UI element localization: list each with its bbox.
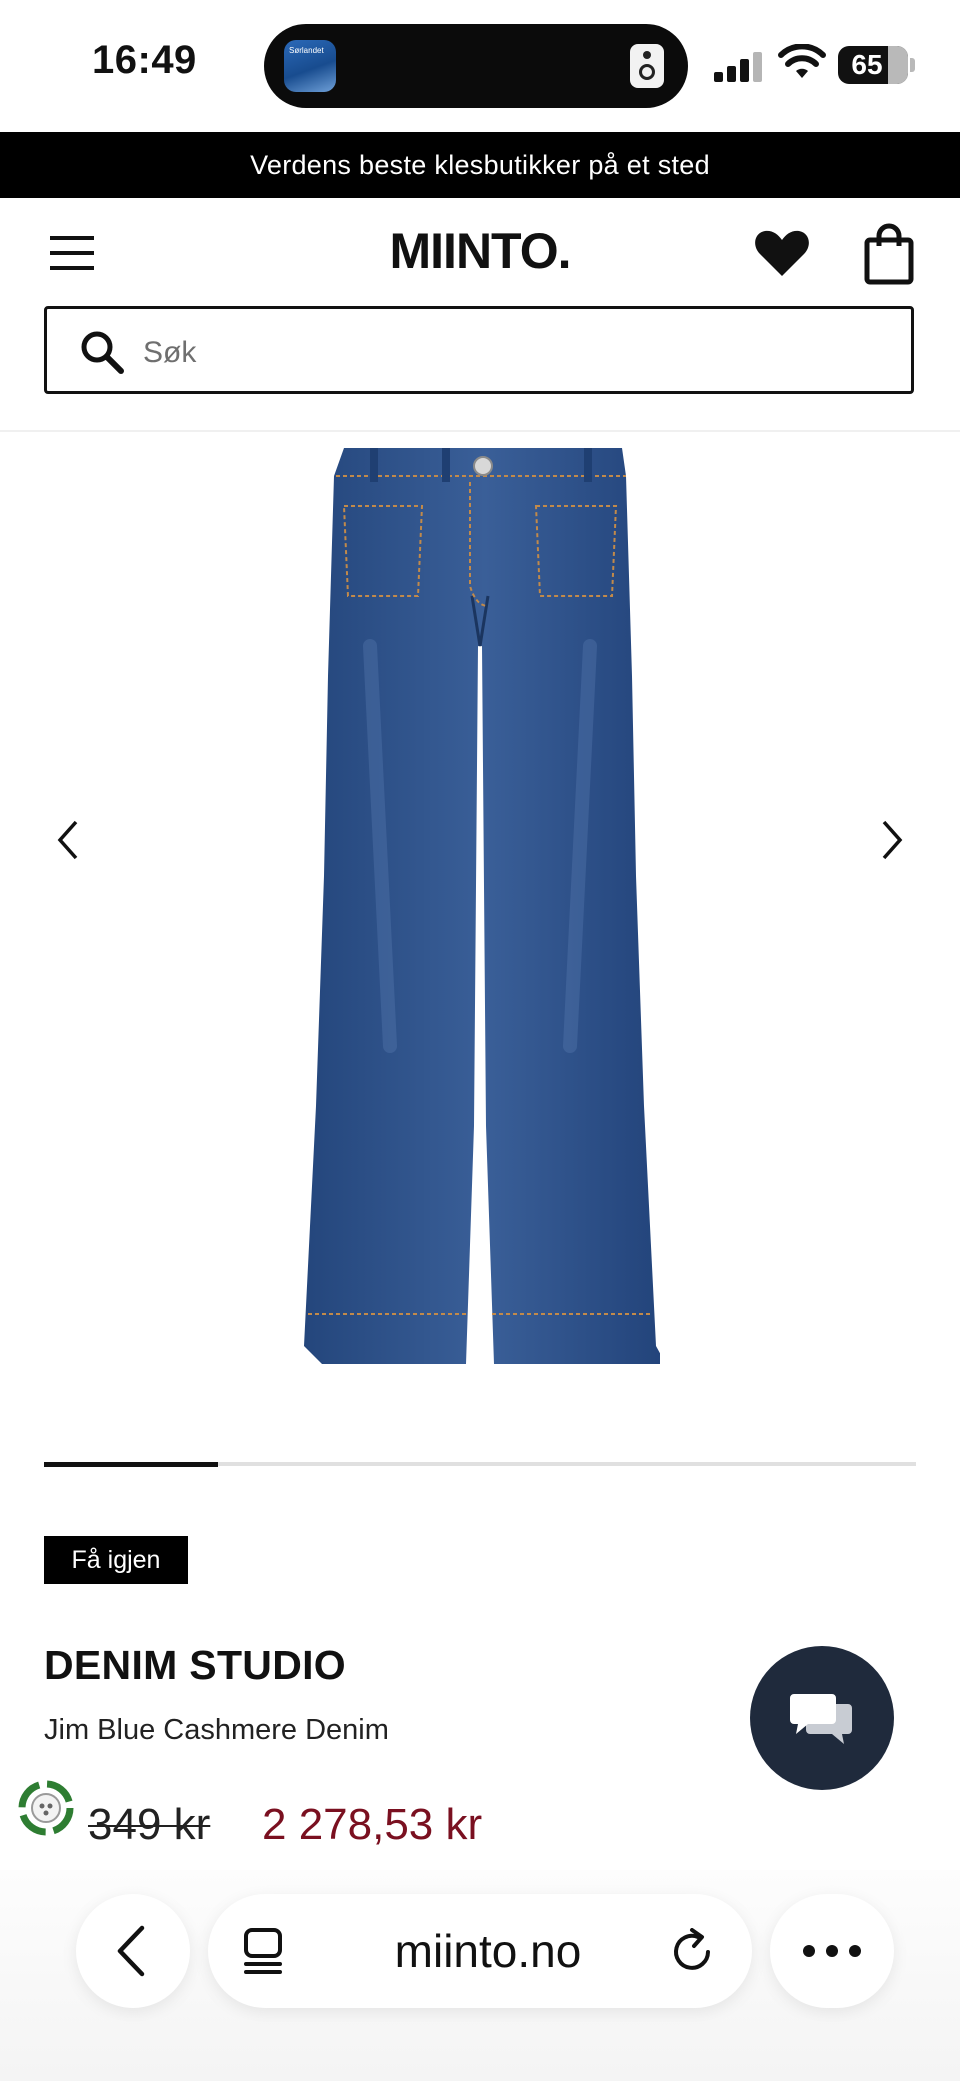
gallery-progress-fill xyxy=(44,1462,219,1467)
sale-price: 2 278,53 kr xyxy=(262,1800,483,1849)
status-time: 16:49 xyxy=(92,38,197,82)
gallery-progress xyxy=(44,1462,916,1467)
chat-bubbles-icon xyxy=(790,1694,852,1744)
dynamic-island: Sørlandet xyxy=(264,24,688,108)
battery-level: 65 xyxy=(851,49,883,80)
wifi-icon xyxy=(778,44,826,78)
speaker-icon xyxy=(630,44,664,88)
battery-icon: 65 xyxy=(838,46,908,84)
cellular-signal-icon xyxy=(714,52,764,82)
cashback-badge: Få igjen xyxy=(44,1536,188,1584)
reload-icon[interactable] xyxy=(668,1928,716,1976)
heart-icon[interactable] xyxy=(752,224,812,284)
url-text[interactable]: miinto.no xyxy=(338,1924,638,1978)
promo-banner: Verdens beste klesbutikker på et sted xyxy=(0,132,960,198)
hamburger-icon[interactable] xyxy=(44,232,100,274)
eco-recycle-icon[interactable] xyxy=(14,1776,78,1840)
miinto-logo[interactable]: MIINTO. xyxy=(380,222,580,280)
chevron-right-icon[interactable] xyxy=(870,810,914,870)
search-icon[interactable] xyxy=(79,329,125,375)
header-divider xyxy=(0,430,960,432)
product-name: Jim Blue Cashmere Denim xyxy=(44,1714,389,1746)
product-brand[interactable]: DENIM STUDIO xyxy=(44,1642,346,1689)
chat-button[interactable] xyxy=(750,1646,894,1790)
more-options-button[interactable] xyxy=(770,1894,894,2008)
battery-tip xyxy=(910,58,915,72)
chevron-left-icon[interactable] xyxy=(46,810,90,870)
product-image[interactable] xyxy=(300,446,660,1366)
shopping-bag-icon[interactable] xyxy=(862,222,916,286)
promo-text: Verdens beste klesbutikker på et sted xyxy=(250,149,710,180)
search-bar[interactable] xyxy=(44,306,914,394)
app-thumbnail-icon: Sørlandet xyxy=(284,40,336,92)
search-input[interactable] xyxy=(141,327,865,379)
browser-back-button[interactable] xyxy=(76,1894,190,2008)
back-arrow-icon xyxy=(117,1925,145,1977)
ellipsis-icon xyxy=(803,1945,861,1957)
tabs-icon[interactable] xyxy=(240,1926,286,1976)
address-bar[interactable]: miinto.no xyxy=(208,1894,752,2008)
original-price: 349 kr xyxy=(88,1800,211,1849)
